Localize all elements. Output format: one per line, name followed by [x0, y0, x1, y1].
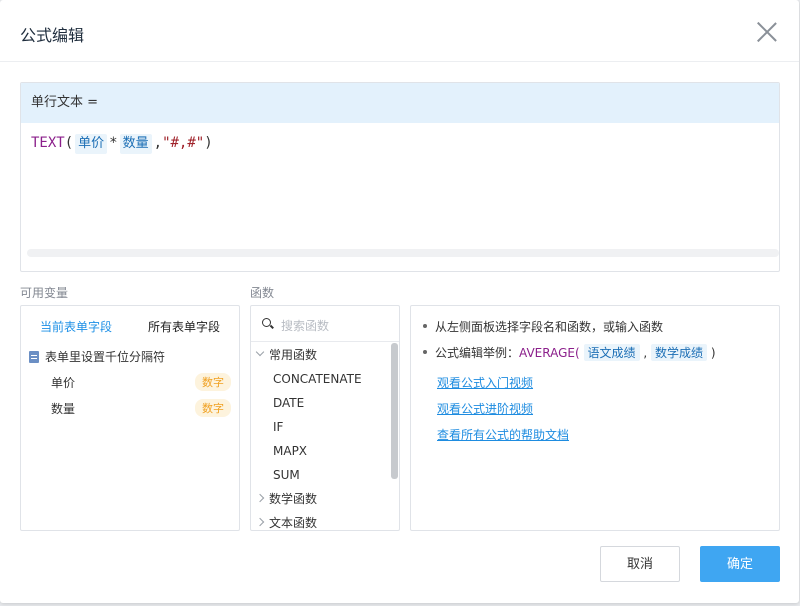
close-icon[interactable]: [756, 21, 778, 43]
functions-label: 函数: [250, 286, 275, 300]
function-group-text[interactable]: 文本函数: [251, 513, 391, 530]
formula-format-string: "#,#": [162, 135, 205, 151]
help-instruction: 从左侧面板选择字段名和函数，或输入函数: [423, 318, 663, 335]
function-item-mapx[interactable]: MAPX: [273, 441, 307, 461]
dialog-title: 公式编辑: [20, 26, 85, 45]
variable-name: 数量: [51, 402, 76, 416]
formula-dialog: 公式编辑 单行文本 = TEXT(单价 * 数量 ,"#,#") 可用变量 函数 当前…: [0, 0, 799, 603]
chevron-down-icon: [255, 347, 265, 357]
function-group-math[interactable]: 数学函数: [251, 489, 391, 509]
help-example-field: 数学成绩: [651, 344, 708, 361]
help-example-close: ): [710, 346, 716, 360]
formula-field-quantity[interactable]: 数量: [119, 134, 152, 154]
function-group-label: 数学函数: [269, 492, 318, 506]
form-icon: [29, 350, 39, 363]
formula-field-unit-price[interactable]: 单价: [75, 134, 108, 154]
variables-panel: 当前表单字段 所有表单字段 表单里设置千位分隔符 单价 数字 数量 数字: [20, 305, 240, 531]
function-item-if[interactable]: IF: [273, 417, 283, 437]
bullet-icon: [423, 349, 427, 354]
functions-panel: 搜索函数 常用函数 CONCATENATE DATE IF MAPX SUM 数…: [250, 305, 400, 531]
link-help-docs[interactable]: 查看所有公式的帮助文档: [437, 426, 569, 443]
bullet-icon: [423, 323, 427, 328]
function-search[interactable]: 搜索函数: [251, 306, 399, 342]
formula-target-label: 单行文本 =: [21, 83, 779, 123]
help-example: 公式编辑举例：AVERAGE( 语文成绩 , 数学成绩 ): [423, 344, 716, 361]
confirm-button[interactable]: 确定: [700, 546, 780, 582]
help-example-prefix: 公式编辑举例：: [435, 346, 520, 360]
link-intro-video[interactable]: 观看公式入门视频: [437, 374, 533, 391]
type-badge: 数字: [195, 399, 231, 417]
formula-operator: *: [109, 135, 118, 151]
link-advanced-video[interactable]: 观看公式进阶视频: [437, 400, 533, 417]
function-group-label: 文本函数: [269, 516, 318, 530]
cancel-button[interactable]: 取消: [600, 546, 680, 582]
chevron-right-icon: [255, 517, 265, 527]
formula-comma: ,: [153, 135, 163, 151]
formula-function: TEXT: [31, 135, 65, 151]
formula-expression[interactable]: TEXT(单价 * 数量 ,"#,#"): [21, 123, 779, 164]
tab-current-form-fields[interactable]: 当前表单字段: [40, 318, 112, 335]
help-example-function: AVERAGE(: [519, 346, 580, 360]
function-item-concatenate[interactable]: CONCATENATE: [273, 369, 362, 389]
variables-tabs: 当前表单字段 所有表单字段: [21, 306, 239, 342]
type-badge: 数字: [195, 373, 231, 391]
formula-paren-close: ): [204, 135, 213, 151]
variable-name: 单价: [51, 376, 76, 390]
variable-group-label: 表单里设置千位分隔符: [45, 350, 166, 364]
variables-label: 可用变量: [20, 286, 69, 300]
variable-item-unit-price[interactable]: 单价 数字: [51, 373, 231, 391]
help-example-comma: ,: [643, 346, 648, 360]
formula-editor[interactable]: 单行文本 = TEXT(单价 * 数量 ,"#,#"): [20, 82, 780, 272]
tab-all-form-fields[interactable]: 所有表单字段: [148, 318, 220, 335]
formula-paren-open: (: [64, 135, 74, 151]
function-group-label: 常用函数: [269, 348, 318, 362]
help-instruction-text: 从左侧面板选择字段名和函数，或输入函数: [435, 320, 664, 334]
dialog-header: 公式编辑: [0, 0, 799, 62]
chevron-right-icon: [255, 493, 265, 503]
help-example-field: 语文成绩: [583, 344, 640, 361]
function-search-input[interactable]: 搜索函数: [281, 317, 329, 334]
help-panel: 从左侧面板选择字段名和函数，或输入函数 公式编辑举例：AVERAGE( 语文成绩…: [410, 305, 780, 531]
function-list-scrollbar[interactable]: [391, 343, 398, 479]
function-group-common[interactable]: 常用函数: [251, 345, 391, 365]
function-item-sum[interactable]: SUM: [273, 465, 300, 485]
horizontal-scrollbar[interactable]: [27, 249, 779, 257]
variable-group[interactable]: 表单里设置千位分隔符: [29, 348, 165, 365]
function-item-date[interactable]: DATE: [273, 393, 304, 413]
search-icon: [262, 318, 271, 327]
variable-item-quantity[interactable]: 数量 数字: [51, 399, 231, 417]
